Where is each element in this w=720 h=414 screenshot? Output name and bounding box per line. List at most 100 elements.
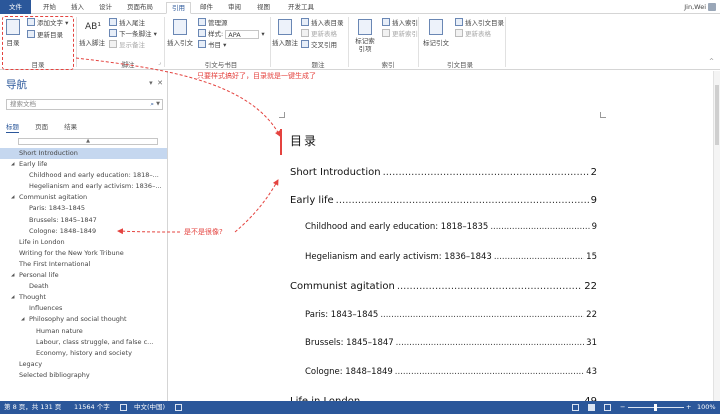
manage-sources-button[interactable]: 管理源	[198, 18, 228, 29]
nav-heading-item[interactable]: Paris: 1843–1845	[0, 203, 167, 214]
toc-entry[interactable]: Brussels: 1845–1847 31	[305, 338, 597, 348]
nav-heading-item[interactable]: ◢ Communist agitation	[0, 192, 167, 203]
update-index-button[interactable]: 更新索引	[382, 29, 418, 40]
nav-heading-label: Writing for the New York Tribune	[19, 248, 124, 257]
tab-insert[interactable]: 插入	[66, 2, 89, 14]
toc-page-number: 15	[586, 252, 597, 262]
nav-search-input[interactable]: 搜索文档 ⌕ ▼	[6, 99, 163, 110]
nav-heading-item[interactable]: ◢ Personal life	[0, 270, 167, 281]
nav-heading-item[interactable]: Labour, class struggle, and false c...	[0, 337, 167, 348]
zoom-out-icon[interactable]: −	[620, 401, 625, 414]
toc-entry[interactable]: Early life 9	[290, 195, 597, 206]
toc-entry[interactable]: Communist agitation 22	[290, 281, 597, 292]
mark-citation-button[interactable]: 标记引文	[421, 19, 451, 47]
show-notes-button[interactable]: 显示备注	[109, 40, 145, 51]
zoom-level[interactable]: 100%	[697, 401, 716, 414]
nav-heading-item[interactable]: Selected bibliography	[0, 370, 167, 381]
read-mode-icon[interactable]	[572, 404, 579, 411]
insert-footnote-button[interactable]: AB¹ 插入脚注	[79, 19, 105, 47]
nav-heading-item[interactable]: Influences	[0, 303, 167, 314]
nav-heading-item[interactable]: The First International	[0, 259, 167, 270]
scrollbar-thumb[interactable]	[715, 85, 719, 145]
next-footnote-button[interactable]: 下一条脚注 ▾	[109, 29, 157, 40]
expand-toggle-icon[interactable]: ◢	[11, 159, 14, 170]
toc-entry-text: Communist agitation	[290, 281, 395, 292]
nav-heading-item[interactable]: Cologne: 1848–1849	[0, 226, 167, 237]
bibliography-button[interactable]: 书目 ▾	[198, 40, 226, 51]
tab-layout[interactable]: 页面布局	[122, 2, 158, 14]
zoom-in-icon[interactable]: +	[686, 401, 691, 414]
nav-heading-item[interactable]: Economy, history and society	[0, 348, 167, 359]
expand-toggle-icon[interactable]: ◢	[21, 314, 24, 325]
document-canvas[interactable]	[169, 71, 720, 401]
tab-mailings[interactable]: 邮件	[195, 2, 218, 14]
tab-review[interactable]: 审阅	[223, 2, 246, 14]
toc-entry[interactable]: Short Introduction 2	[290, 167, 597, 178]
nav-heading-item[interactable]: Hegelianism and early activism: 1836–...	[0, 181, 167, 192]
expand-toggle-icon[interactable]: ◢	[11, 192, 14, 203]
nav-tab-headings[interactable]: 标题	[6, 123, 19, 133]
nav-heading-item[interactable]: Writing for the New York Tribune	[0, 248, 167, 259]
insert-index-button[interactable]: 插入索引	[382, 18, 418, 29]
user-name[interactable]: Jin,Wei	[684, 3, 706, 11]
insert-endnote-label: 插入尾注	[119, 19, 145, 27]
mark-entry-button[interactable]: 标记索引项	[350, 19, 380, 53]
footnote-dialog-launcher-icon[interactable]: ⌟	[158, 59, 161, 66]
nav-heading-item[interactable]: ◢ Philosophy and social thought	[0, 314, 167, 325]
avatar[interactable]	[708, 3, 716, 11]
page-count[interactable]: 第 8 页，共 131 页	[4, 401, 61, 414]
tab-view[interactable]: 视图	[252, 2, 275, 14]
tab-file[interactable]: 文件	[0, 0, 31, 14]
update-authorities-icon	[455, 29, 463, 37]
print-layout-icon[interactable]	[588, 404, 595, 411]
tab-references[interactable]: 引用	[166, 2, 191, 14]
cross-reference-button[interactable]: 交叉引用	[301, 40, 337, 51]
toc-leader-dots	[395, 367, 584, 377]
macro-icon[interactable]	[175, 404, 182, 411]
nav-heading-item[interactable]: ◢ Thought	[0, 292, 167, 303]
close-icon[interactable]: ✕	[157, 79, 163, 87]
collapse-ribbon-icon[interactable]: ^	[709, 58, 714, 65]
nav-heading-item[interactable]: Brussels: 1845–1847	[0, 215, 167, 226]
tab-developer[interactable]: 开发工具	[283, 2, 319, 14]
toc-entry[interactable]: Childhood and early education: 1818–1835…	[305, 222, 597, 232]
expand-toggle-icon[interactable]: ◢	[11, 270, 14, 281]
insert-caption-button[interactable]: 插入题注	[272, 19, 298, 47]
citation-style-select[interactable]: 样式: APA ▾	[198, 29, 265, 40]
language[interactable]: 中文(中国)	[134, 401, 165, 414]
nav-heading-item[interactable]: Legacy	[0, 359, 167, 370]
proofing-icon[interactable]	[120, 404, 127, 411]
toc-entry[interactable]: Hegelianism and early activism: 1836–184…	[305, 252, 597, 262]
nav-heading-item[interactable]: Death	[0, 281, 167, 292]
nav-heading-item[interactable]: ◢ Early life	[0, 159, 167, 170]
search-icon[interactable]: ⌕	[150, 100, 154, 109]
tab-design[interactable]: 设计	[94, 2, 117, 14]
zoom-slider-handle[interactable]	[654, 404, 657, 411]
nav-tab-results[interactable]: 结果	[64, 123, 77, 131]
tab-home[interactable]: 开始	[38, 2, 61, 14]
toc-entry[interactable]: Paris: 1843–1845 22	[305, 310, 597, 320]
vertical-scrollbar[interactable]	[713, 71, 720, 401]
nav-heading-label: Personal life	[19, 271, 59, 280]
nav-heading-item[interactable]: Life in London	[0, 237, 167, 248]
manage-sources-icon	[198, 18, 206, 26]
word-count[interactable]: 11564 个字	[74, 401, 110, 414]
insert-endnote-button[interactable]: 插入尾注	[109, 18, 145, 29]
expand-toggle-icon[interactable]: ◢	[11, 292, 14, 303]
update-table-button[interactable]: 更新表格	[301, 29, 337, 40]
next-footnote-label: 下一条脚注	[119, 30, 152, 38]
insert-table-of-figures-button[interactable]: 插入表目录	[301, 18, 344, 29]
insert-citation-button[interactable]: 插入引文	[167, 19, 193, 47]
toc-entry[interactable]: Cologne: 1848–1849 43	[305, 367, 597, 377]
insert-table-of-authorities-button[interactable]: 插入引文目录	[455, 18, 504, 29]
update-authorities-button[interactable]: 更新表格	[455, 29, 491, 40]
nav-heading-label: Labour, class struggle, and false c...	[36, 337, 154, 346]
nav-tab-pages[interactable]: 页面	[35, 123, 48, 131]
nav-options-icon[interactable]: ▾	[149, 79, 153, 87]
chevron-down-icon[interactable]: ▼	[156, 100, 160, 109]
nav-heading-item[interactable]: Childhood and early education: 1818–...	[0, 170, 167, 181]
nav-heading-item[interactable]: Human nature	[0, 326, 167, 337]
nav-heading-item[interactable]: Short Introduction	[0, 148, 167, 160]
nav-scroll-up-button[interactable]: ▲	[18, 138, 158, 145]
web-layout-icon[interactable]	[604, 404, 611, 411]
